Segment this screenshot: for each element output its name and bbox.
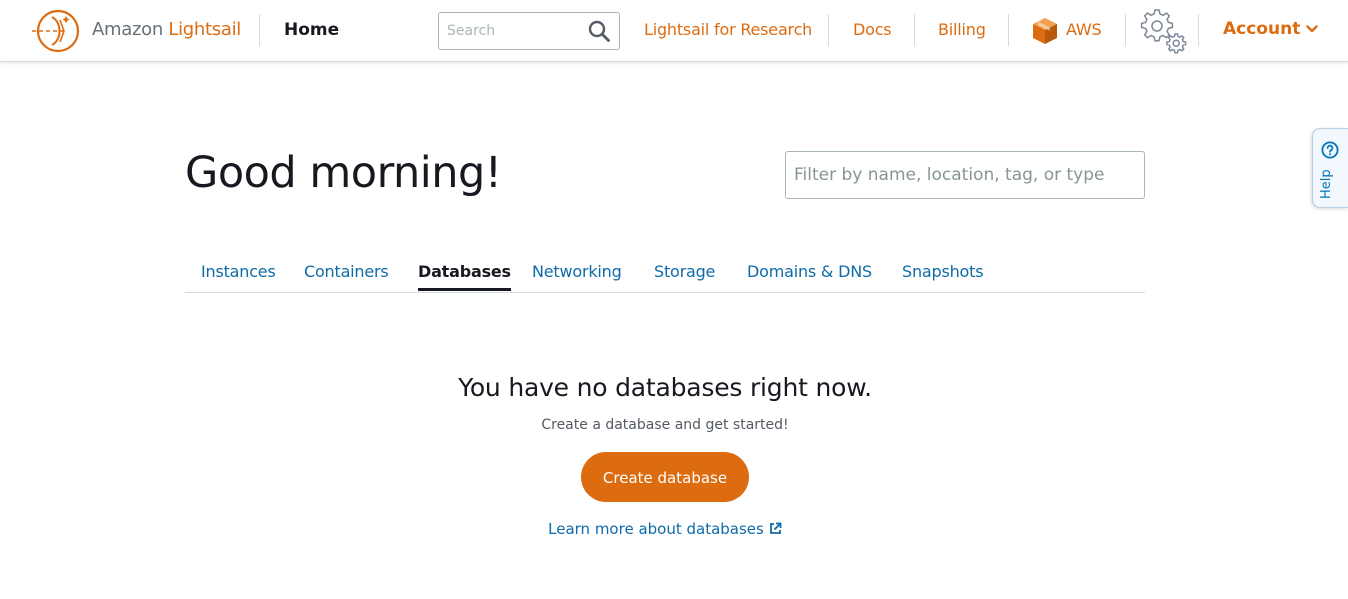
- nav-divider: [259, 14, 260, 46]
- resource-tabs: Instances Containers Databases Networkin…: [185, 258, 1145, 293]
- tab-instances[interactable]: Instances: [201, 262, 276, 281]
- home-link[interactable]: Home: [284, 20, 339, 40]
- search-input[interactable]: [439, 13, 587, 49]
- nav-divider: [1008, 14, 1009, 46]
- tab-domains-dns[interactable]: Domains & DNS: [747, 262, 872, 281]
- account-menu[interactable]: Account: [1223, 19, 1319, 39]
- nav-divider: [914, 14, 915, 46]
- learn-more-databases-link[interactable]: Learn more about databases: [185, 520, 1145, 538]
- nav-divider: [828, 14, 829, 46]
- tab-networking[interactable]: Networking: [532, 262, 622, 281]
- empty-state-subtitle: Create a database and get started!: [541, 417, 789, 433]
- gear-icon[interactable]: [1138, 6, 1188, 54]
- filter-input[interactable]: [785, 151, 1145, 199]
- tab-snapshots[interactable]: Snapshots: [902, 262, 984, 281]
- help-tab[interactable]: Help: [1312, 128, 1348, 208]
- question-circle-icon: [1321, 141, 1339, 159]
- tab-storage[interactable]: Storage: [654, 262, 715, 281]
- create-database-button[interactable]: Create database: [581, 452, 749, 502]
- search-box: [438, 12, 620, 50]
- help-label: Help: [1319, 169, 1334, 199]
- learn-more-label: Learn more about databases: [548, 520, 764, 538]
- aws-box-icon[interactable]: [1031, 16, 1059, 46]
- lightsail-logo-icon[interactable]: [30, 8, 82, 54]
- page-greeting: Good morning!: [185, 148, 502, 198]
- nav-divider: [1125, 14, 1126, 46]
- brand-product: Lightsail: [168, 19, 242, 40]
- nav-divider: [1198, 14, 1199, 46]
- lightsail-for-research-link[interactable]: Lightsail for Research: [644, 20, 812, 39]
- empty-state-title: You have no databases right now.: [458, 373, 872, 402]
- docs-link[interactable]: Docs: [853, 20, 892, 39]
- top-navigation-bar: Amazon Lightsail Home Lightsail for Rese…: [0, 0, 1348, 62]
- tab-containers[interactable]: Containers: [304, 262, 389, 281]
- external-link-icon: [769, 522, 782, 534]
- billing-link[interactable]: Billing: [938, 20, 986, 39]
- tab-databases[interactable]: Databases: [418, 262, 511, 291]
- empty-state: You have no databases right now. Create …: [185, 370, 1145, 538]
- chevron-down-icon: [1306, 25, 1319, 33]
- brand-prefix: Amazon: [92, 19, 163, 40]
- brand-name[interactable]: Amazon Lightsail: [92, 19, 241, 41]
- aws-link[interactable]: AWS: [1066, 20, 1102, 39]
- search-icon[interactable]: [587, 19, 611, 43]
- account-label: Account: [1223, 19, 1301, 39]
